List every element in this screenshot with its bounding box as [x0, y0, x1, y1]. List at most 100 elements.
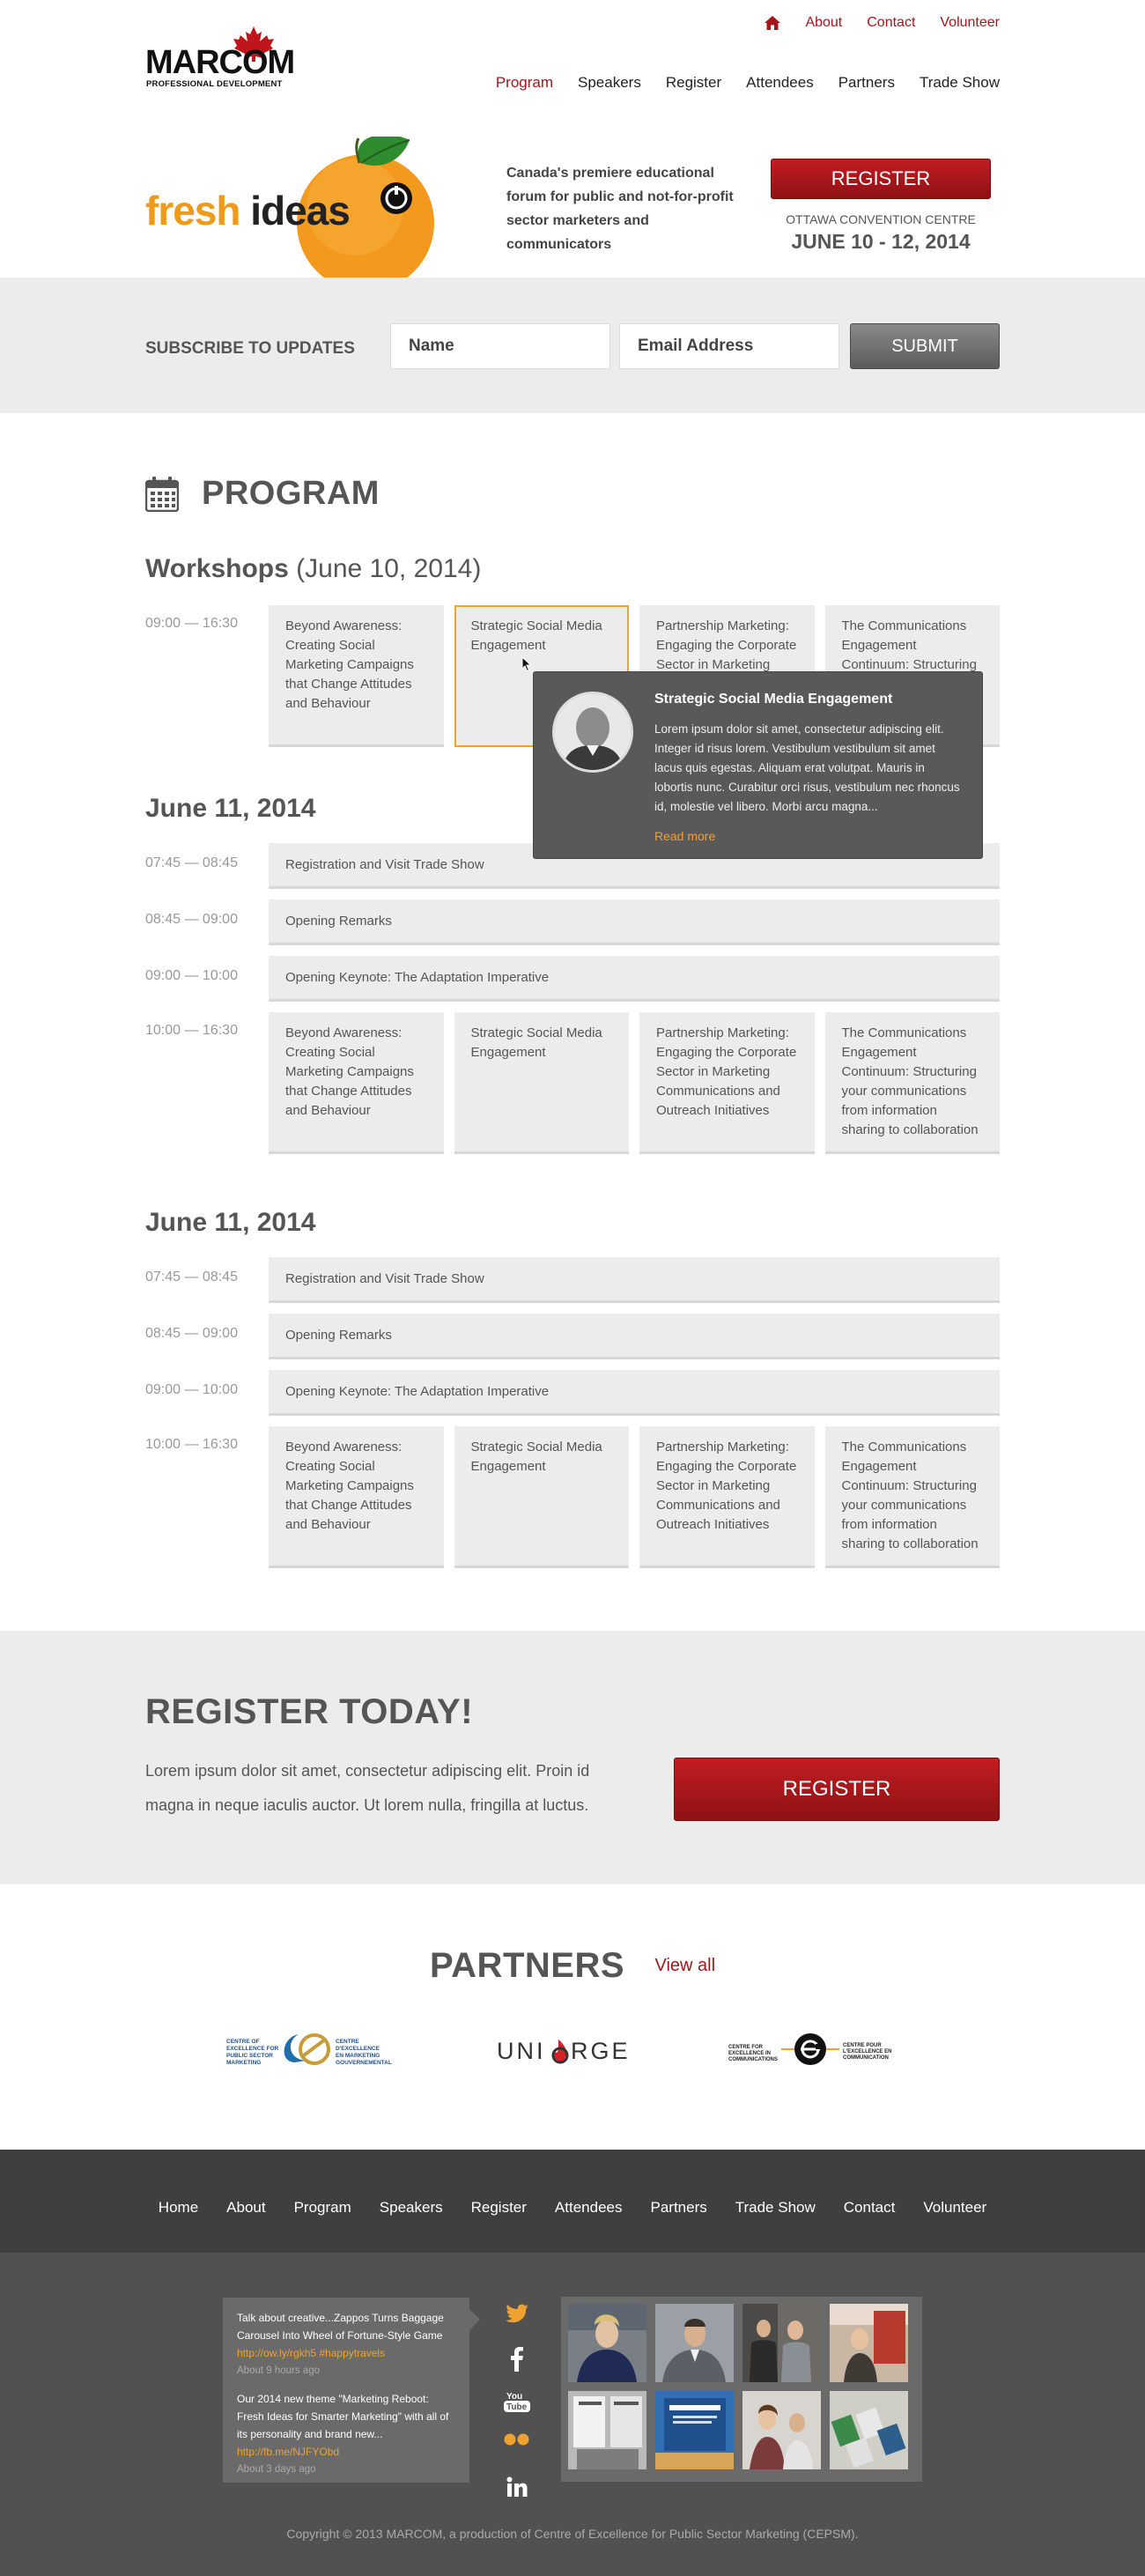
register-today-section: REGISTER TODAY! Lorem ipsum dolor sit am… [0, 1631, 1145, 1884]
read-more-link[interactable]: Read more [654, 829, 715, 843]
nav-trade-show[interactable]: Trade Show [920, 74, 1000, 92]
slot-time: 09:00 — 10:00 [145, 968, 238, 983]
day-title-text: June 11, 2014 [145, 794, 316, 823]
slot-bar[interactable]: Opening Remarks [269, 899, 1000, 945]
fresh-word: fresh [145, 188, 240, 233]
gallery-photo[interactable] [830, 2304, 908, 2382]
cepsm-logo[interactable]: CENTRE OF EXCELLENCE FOR PUBLIC SECTOR M… [226, 2024, 411, 2076]
gallery-photo[interactable] [655, 2304, 734, 2382]
footer-link-register[interactable]: Register [471, 2199, 527, 2217]
footer-link-contact[interactable]: Contact [844, 2199, 896, 2217]
footer-link-volunteer[interactable]: Volunteer [923, 2199, 986, 2217]
social-links: You Tube [502, 2304, 532, 2520]
venue-name: OTTAWA CONVENTION CENTRE [786, 212, 976, 226]
svg-text:UNI: UNI [497, 2038, 546, 2064]
linkedin-icon[interactable] [502, 2476, 532, 2520]
name-input[interactable]: Name [390, 323, 610, 369]
flickr-icon[interactable] [502, 2433, 532, 2476]
youtube-icon[interactable]: You Tube [502, 2390, 532, 2433]
top-link-contact[interactable]: Contact [867, 15, 915, 31]
main-nav: Program Speakers Register Attendees Part… [496, 74, 1000, 92]
footer-link-program[interactable]: Program [294, 2199, 351, 2217]
svg-text:CENTRE FOR: CENTRE FOR [728, 2045, 764, 2050]
photo-gallery [561, 2297, 922, 2482]
workshops-title: Workshops (June 10, 2014) [145, 554, 481, 584]
register-today-text: Lorem ipsum dolor sit amet, consectetur … [145, 1762, 590, 1814]
svg-text:GOUVERNEMENTAL: GOUVERNEMENTAL [336, 2060, 392, 2066]
session-card[interactable]: Partnership Marketing: Engaging the Corp… [639, 1426, 815, 1568]
event-dates: JUNE 10 - 12, 2014 [791, 230, 971, 253]
slot-bar[interactable]: Opening Keynote: The Adaptation Imperati… [269, 1370, 1000, 1416]
gallery-photo[interactable] [655, 2391, 734, 2469]
twitter-icon[interactable] [502, 2304, 532, 2347]
footer-link-speakers[interactable]: Speakers [380, 2199, 443, 2217]
svg-text:EXCELLENCE FOR: EXCELLENCE FOR [226, 2046, 279, 2052]
gallery-photo[interactable] [742, 2391, 821, 2469]
session-card[interactable]: Partnership Marketing: Engaging the Corp… [639, 1012, 815, 1154]
home-icon[interactable] [765, 16, 781, 30]
nav-program[interactable]: Program [496, 74, 553, 92]
uniforge-logo[interactable]: UNI RGE [495, 2034, 645, 2066]
marcom-logo[interactable]: MARCOM PROFESSIONAL DEVELOPMENT [145, 26, 295, 90]
facebook-icon[interactable] [502, 2347, 532, 2390]
day-title: June 11, 2014 [145, 1208, 315, 1238]
top-link-volunteer[interactable]: Volunteer [940, 15, 1000, 31]
fresh-ideas-logo: fresh ideas [145, 187, 351, 234]
gallery-photo[interactable] [568, 2304, 646, 2382]
gallery-photo[interactable] [742, 2304, 821, 2382]
gallery-photo[interactable] [830, 2391, 908, 2469]
tweet-item: Our 2014 new theme "Marketing Reboot: Fr… [237, 2390, 455, 2478]
footer-link-home[interactable]: Home [159, 2199, 198, 2217]
nav-partners[interactable]: Partners [838, 74, 895, 92]
ceic-logo[interactable]: CENTRE FOR EXCELLENCE IN COMMUNICATIONS … [728, 2029, 896, 2069]
footer-link-attendees[interactable]: Attendees [555, 2199, 623, 2217]
session-card[interactable]: Strategic Social Media Engagement [454, 1426, 629, 1568]
slot-time: 08:45 — 09:00 [145, 1326, 238, 1341]
svg-text:EXCELLENCE IN: EXCELLENCE IN [728, 2051, 771, 2056]
program-heading: PROGRAM [145, 475, 380, 513]
tweet-link[interactable]: http://ow.ly/rgkh5 #happytravels [237, 2344, 455, 2362]
top-links: About Contact Volunteer [765, 15, 1000, 31]
session-card[interactable]: Beyond Awareness: Creating Social Market… [269, 605, 444, 747]
workshops-date: (June 10, 2014) [296, 554, 482, 583]
workshops-label: Workshops [145, 554, 289, 583]
session-card[interactable]: Beyond Awareness: Creating Social Market… [269, 1012, 444, 1154]
popup-title: Strategic Social Media Engagement [654, 692, 893, 707]
slot-time: 10:00 — 16:30 [145, 1437, 238, 1452]
slot-time: 09:00 — 16:30 [145, 616, 238, 631]
footer-link-trade-show[interactable]: Trade Show [735, 2199, 816, 2217]
nav-register[interactable]: Register [666, 74, 721, 92]
slot-bar[interactable]: Opening Remarks [269, 1314, 1000, 1359]
footer-link-partners[interactable]: Partners [650, 2199, 706, 2217]
footer-bottom: Talk about creative...Zappos Turns Bagga… [0, 2253, 1145, 2576]
tweet-item: Talk about creative...Zappos Turns Bagga… [237, 2309, 455, 2380]
slot-bar[interactable]: Registration and Visit Trade Show [269, 1257, 1000, 1303]
tweet-text: Our 2014 new theme "Marketing Reboot: Fr… [237, 2393, 449, 2440]
slot-bar[interactable]: Opening Keynote: The Adaptation Imperati… [269, 956, 1000, 1002]
email-input[interactable]: Email Address [619, 323, 839, 369]
session-card[interactable]: Strategic Social Media Engagement [454, 1012, 629, 1154]
subscribe-section: SUBSCRIBE TO UPDATES Name Email Address … [0, 278, 1145, 413]
session-card[interactable]: The Communications Engagement Continuum:… [824, 1426, 1000, 1568]
day-title-text: June 11, 2014 [145, 1208, 316, 1237]
svg-text:CENTRE OF: CENTRE OF [226, 2039, 260, 2045]
session-card[interactable]: The Communications Engagement Continuum:… [824, 1012, 1000, 1154]
session-card[interactable]: Beyond Awareness: Creating Social Market… [269, 1426, 444, 1568]
footer-link-about[interactable]: About [226, 2199, 265, 2217]
top-link-about[interactable]: About [805, 15, 842, 31]
gallery-photo[interactable] [568, 2391, 646, 2469]
submit-button[interactable]: SUBMIT [850, 323, 1000, 369]
nav-speakers[interactable]: Speakers [578, 74, 641, 92]
register-today-button[interactable]: REGISTER [674, 1758, 1000, 1821]
tweet-link[interactable]: http://fb.me/NJFYObd [237, 2443, 455, 2461]
slot-time: 07:45 — 08:45 [145, 855, 238, 870]
ceic-logo-mark: CENTRE FOR EXCELLENCE IN COMMUNICATIONS … [728, 2033, 891, 2065]
svg-text:RGE: RGE [571, 2038, 631, 2064]
ideas-word: ideas [250, 188, 351, 233]
hero-register-button[interactable]: REGISTER [771, 159, 991, 199]
svg-text:D'EXCELLENCE: D'EXCELLENCE [336, 2046, 380, 2052]
footer-nav: Home About Program Speakers Register Att… [0, 2150, 1145, 2253]
slot-time: 07:45 — 08:45 [145, 1269, 238, 1284]
nav-attendees[interactable]: Attendees [746, 74, 814, 92]
view-all-link[interactable]: View all [654, 1956, 715, 1976]
